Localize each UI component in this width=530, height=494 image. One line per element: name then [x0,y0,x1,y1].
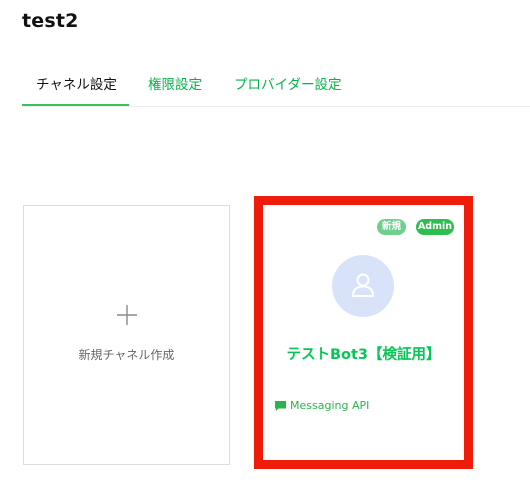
chat-bubble-icon [275,401,286,411]
new-badge: 新規 [377,219,406,235]
user-icon [352,273,374,297]
plus-icon [24,304,229,332]
tab-bar: チャネル設定 権限設定 プロバイダー設定 [22,70,530,107]
page-title: test2 [22,10,79,32]
tab-channel-settings[interactable]: チャネル設定 [22,70,129,106]
avatar [332,255,394,317]
tab-provider-settings[interactable]: プロバイダー設定 [234,70,341,104]
new-channel-card[interactable]: 新規チャネル作成 [23,205,230,465]
tab-permission-settings[interactable]: 権限設定 [148,70,202,104]
new-channel-label: 新規チャネル作成 [78,348,175,362]
admin-badge: Admin [416,219,454,235]
channel-card[interactable]: 新規 Admin テストBot3【検証用】 Messaging API [263,205,464,460]
channel-type-label: Messaging API [290,399,370,412]
channel-name: テストBot3【検証用】 [286,347,441,363]
channel-type: Messaging API [275,398,369,414]
